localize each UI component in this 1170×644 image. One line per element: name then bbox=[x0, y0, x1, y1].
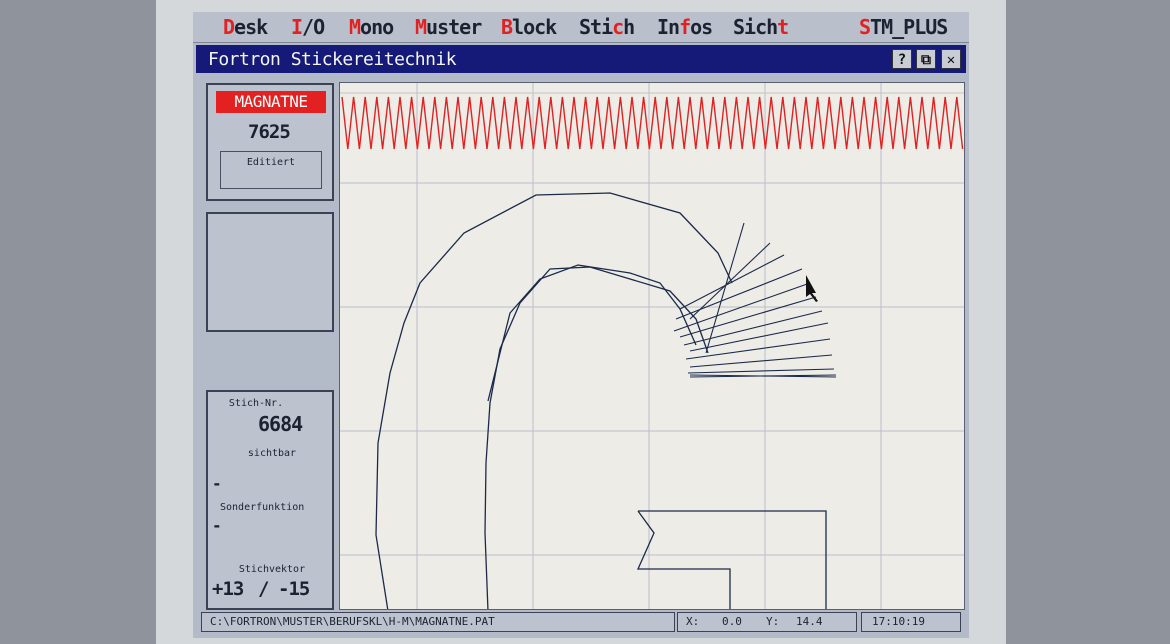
restore-button[interactable]: ⧉ bbox=[916, 49, 936, 69]
stitch-vector-label: Stichvektor bbox=[238, 564, 306, 575]
pattern-status: Editiert bbox=[246, 157, 296, 168]
status-path: C:\FORTRON\MUSTER\BERUFSKL\H-M\MAGNATNE.… bbox=[201, 612, 675, 632]
window-title: Fortron Stickereitechnik bbox=[208, 49, 457, 70]
status-time: 17:10:19 bbox=[861, 612, 961, 632]
screen: Desk I/O Mono Muster Block Stich Infos S… bbox=[193, 12, 969, 638]
y-label: Y: bbox=[766, 615, 780, 628]
stitch-canvas[interactable] bbox=[339, 82, 965, 610]
pattern-name: MAGNATNE bbox=[216, 91, 326, 113]
window-titlebar[interactable]: Fortron Stickereitechnik ? ⧉ ✕ bbox=[196, 45, 966, 73]
stitch-vector-separator: / bbox=[258, 578, 269, 600]
y-value: 14.4 bbox=[796, 615, 823, 628]
menu-io[interactable]: I/O bbox=[291, 15, 325, 39]
pattern-number: 7625 bbox=[248, 121, 291, 143]
visible-value: - bbox=[212, 474, 222, 493]
stitch-vector-x: +13 bbox=[212, 578, 244, 600]
file-path: C:\FORTRON\MUSTER\BERUFSKL\H-M\MAGNATNE.… bbox=[210, 615, 495, 628]
stitch-nr-value: 6684 bbox=[258, 412, 303, 436]
x-label: X: bbox=[686, 615, 700, 628]
help-button[interactable]: ? bbox=[892, 49, 912, 69]
menu-bar: Desk I/O Mono Muster Block Stich Infos S… bbox=[193, 12, 969, 43]
pattern-info-panel: MAGNATNE 7625 Editiert bbox=[206, 83, 334, 201]
clock: 17:10:19 bbox=[872, 615, 925, 628]
close-button[interactable]: ✕ bbox=[941, 49, 961, 69]
pattern-status-box: Editiert bbox=[220, 151, 322, 189]
stitch-nr-label: Stich-Nr. bbox=[228, 398, 284, 409]
special-function-label: Sonderfunktion bbox=[220, 502, 305, 513]
menu-block[interactable]: Block bbox=[501, 15, 557, 39]
menu-desk[interactable]: Desk bbox=[223, 15, 268, 39]
menu-muster[interactable]: Muster bbox=[415, 15, 482, 39]
empty-panel bbox=[206, 212, 334, 332]
special-function-value: - bbox=[212, 516, 222, 535]
menu-mono[interactable]: Mono bbox=[349, 15, 394, 39]
stitch-drawing bbox=[340, 83, 964, 609]
menu-stich[interactable]: Stich bbox=[579, 15, 635, 39]
status-coordinates: X: 0.0 Y: 14.4 bbox=[677, 612, 857, 632]
stitch-vector-y: -15 bbox=[278, 578, 310, 600]
visible-label: sichtbar bbox=[247, 448, 297, 459]
stitch-preview-zigzag bbox=[341, 96, 964, 150]
menu-sicht[interactable]: Sicht bbox=[733, 15, 789, 39]
stitch-paths bbox=[375, 192, 827, 609]
app-name: STM_PLUS bbox=[859, 15, 948, 39]
satin-fan bbox=[673, 222, 837, 378]
stitch-info-panel: Stich-Nr. 6684 sichtbar - Sonderfunktion… bbox=[206, 390, 334, 610]
x-value: 0.0 bbox=[722, 615, 742, 628]
menu-infos[interactable]: Infos bbox=[657, 15, 713, 39]
